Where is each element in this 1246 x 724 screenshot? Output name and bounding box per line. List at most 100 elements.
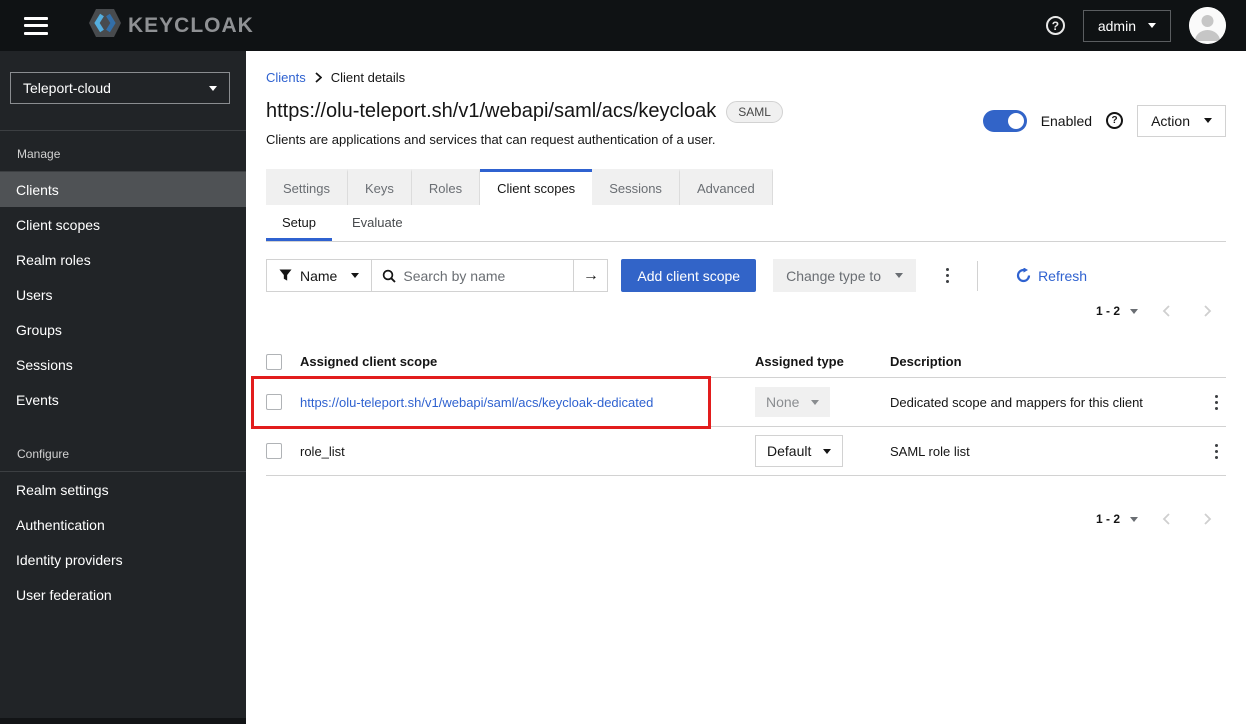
assigned-type-dropdown[interactable]: Default [755, 435, 844, 467]
pagination-next-icon[interactable] [1204, 513, 1212, 525]
col-header-scope: Assigned client scope [300, 354, 438, 369]
filter-dropdown[interactable]: Name [266, 259, 372, 292]
pagination-next-icon[interactable] [1204, 305, 1212, 317]
chevron-down-icon [209, 85, 217, 91]
tab-sessions[interactable]: Sessions [592, 169, 680, 205]
breadcrumb-current: Client details [330, 70, 406, 85]
row-description: Dedicated scope and mappers for this cli… [890, 394, 1143, 410]
search-submit-button[interactable]: → [574, 259, 609, 292]
filter-icon [279, 269, 292, 282]
header-help-icon[interactable]: ? [1045, 16, 1065, 35]
realm-selector[interactable]: Teleport-cloud [10, 72, 230, 104]
breadcrumb: Clients Client details [266, 70, 1226, 85]
page-subtitle: Clients are applications and services th… [266, 132, 716, 147]
pagination-range: 1 - 2 [1095, 304, 1120, 318]
col-header-type: Assigned type [755, 354, 844, 369]
chevron-down-icon [351, 273, 360, 278]
search-input[interactable] [403, 267, 554, 284]
action-dropdown-label: Action [1151, 112, 1190, 129]
realm-selector-label: Teleport-cloud [23, 80, 111, 96]
chevron-down-icon [1130, 308, 1138, 314]
add-client-scope-button[interactable]: Add client scope [621, 259, 757, 292]
filter-dropdown-label: Name [300, 267, 338, 284]
tab-client-scopes[interactable]: Client scopes [480, 169, 593, 205]
change-type-dropdown[interactable]: Change type to [773, 259, 917, 292]
hamburger-menu-icon[interactable] [24, 16, 48, 35]
assigned-type-dropdown[interactable]: None [755, 387, 831, 417]
pagination-prev-icon[interactable] [1162, 513, 1170, 525]
client-help-icon[interactable]: ? [1106, 112, 1124, 129]
pagination-range-dropdown[interactable]: 1 - 2 [1096, 304, 1138, 318]
sidebar-item-events[interactable]: Events [0, 382, 246, 417]
pagination-bottom: 1 - 2 [266, 512, 1226, 526]
breadcrumb-clients-link[interactable]: Clients [266, 70, 306, 85]
user-menu-dropdown[interactable]: admin [1082, 9, 1171, 42]
refresh-icon [1016, 268, 1031, 283]
sidebar-item-realm-settings[interactable]: Realm settings [0, 472, 246, 507]
chevron-down-icon [823, 448, 832, 454]
client-scopes-table: Assigned client scope Assigned type Desc… [251, 346, 1226, 476]
col-header-description: Description [890, 354, 962, 369]
sidebar-item-realm-roles[interactable]: Realm roles [0, 242, 246, 277]
sidebar-item-authentication[interactable]: Authentication [0, 507, 246, 542]
pagination-range: 1 - 2 [1095, 512, 1120, 526]
masthead: KEYCLOAK ? admin [0, 0, 1246, 51]
sidebar-item-user-federation[interactable]: User federation [0, 577, 246, 612]
pagination-range-dropdown[interactable]: 1 - 2 [1096, 512, 1138, 526]
chevron-down-icon [1148, 23, 1156, 28]
chevron-down-icon [1130, 516, 1138, 522]
subtab-bar: Setup Evaluate [266, 205, 1226, 242]
avatar[interactable] [1189, 7, 1226, 44]
subtab-evaluate[interactable]: Evaluate [336, 205, 419, 241]
pagination-prev-icon[interactable] [1162, 305, 1170, 317]
tab-settings[interactable]: Settings [266, 169, 348, 205]
sidebar: Teleport-cloud Manage Clients Client sco… [0, 51, 246, 724]
page-title: https://olu-teleport.sh/v1/webapi/saml/a… [266, 100, 717, 122]
chevron-down-icon [895, 273, 904, 278]
select-all-checkbox[interactable] [266, 353, 282, 370]
main-content: Clients Client details https://olu-telep… [246, 51, 1246, 724]
nav-group-manage: Manage [17, 147, 61, 161]
table-row: https://olu-teleport.sh/v1/webapi/saml/a… [266, 378, 1226, 427]
sidebar-item-users[interactable]: Users [0, 277, 246, 312]
tab-keys[interactable]: Keys [347, 169, 412, 205]
row-description: SAML role list [890, 443, 970, 459]
keycloak-logo-icon [88, 8, 122, 43]
chevron-down-icon [811, 399, 820, 405]
sidebar-item-clients[interactable]: Clients [0, 172, 246, 207]
refresh-label: Refresh [1038, 267, 1088, 284]
enabled-label: Enabled [1040, 112, 1093, 129]
tab-roles[interactable]: Roles [411, 169, 481, 205]
refresh-button[interactable]: Refresh [1016, 268, 1087, 284]
chevron-down-icon [1204, 118, 1212, 123]
user-menu-label: admin [1097, 17, 1136, 34]
nav-group-configure: Configure [17, 447, 70, 461]
sidebar-item-client-scopes[interactable]: Client scopes [0, 207, 246, 242]
brand-text: KEYCLOAK [128, 13, 254, 37]
sidebar-item-groups[interactable]: Groups [0, 312, 246, 347]
sidebar-item-identity-providers[interactable]: Identity providers [0, 542, 246, 577]
breadcrumb-chevron-icon [315, 72, 322, 83]
tab-bar: Settings Keys Roles Client scopes Sessio… [266, 169, 1226, 205]
action-dropdown[interactable]: Action [1137, 104, 1226, 137]
row-checkbox[interactable] [266, 394, 282, 410]
assigned-type-value: Default [767, 443, 812, 459]
assigned-type-value: None [766, 394, 800, 410]
toolbar-kebab-icon[interactable] [938, 262, 957, 289]
row-kebab-icon[interactable] [1207, 438, 1226, 465]
enabled-toggle[interactable] [982, 109, 1027, 132]
scope-link[interactable]: https://olu-teleport.sh/v1/webapi/saml/a… [300, 395, 755, 410]
keycloak-logo[interactable]: KEYCLOAK [88, 8, 254, 43]
scope-name: role_list [300, 443, 345, 459]
search-icon [382, 269, 397, 283]
sidebar-item-sessions[interactable]: Sessions [0, 347, 246, 382]
row-kebab-icon[interactable] [1207, 389, 1226, 416]
toolbar: Name → Add client scope Change type to R… [266, 259, 1226, 292]
tab-advanced[interactable]: Advanced [679, 169, 773, 205]
row-checkbox[interactable] [266, 443, 282, 459]
toolbar-divider [977, 260, 979, 291]
table-row: role_list Default SAML role list [266, 427, 1226, 476]
subtab-setup[interactable]: Setup [266, 205, 332, 241]
saml-badge: SAML [726, 100, 783, 123]
search-box [371, 259, 575, 292]
